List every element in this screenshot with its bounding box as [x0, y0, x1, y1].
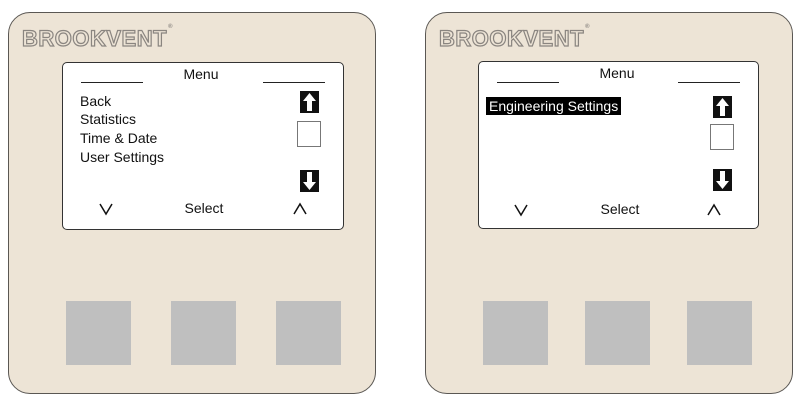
select-softkey: Select [600, 201, 640, 217]
menu-rule-left [81, 82, 143, 83]
select-button[interactable] [171, 301, 236, 365]
down-arrow-icon [300, 170, 319, 192]
left-device-panel: BROOKVENT ® Menu Back Statistics Time & D… [8, 12, 376, 394]
menu-item-back[interactable]: Back [80, 92, 111, 110]
menu-rule-right [678, 82, 740, 83]
menu-title: Menu [599, 65, 635, 81]
menu-item-user-settings[interactable]: User Settings [80, 148, 164, 166]
menu-rule-left [497, 82, 559, 83]
right-device-panel: BROOKVENT ® Menu Engineering Settings Sel… [425, 12, 793, 394]
up-button[interactable] [687, 301, 752, 365]
down-button[interactable] [483, 301, 548, 365]
up-arrow-icon [713, 96, 732, 118]
down-button[interactable] [66, 301, 131, 365]
brand-logo: BROOKVENT ® [21, 24, 174, 52]
scroll-position-box [710, 124, 734, 150]
menu-item-statistics[interactable]: Statistics [80, 110, 136, 128]
chevron-up-icon [293, 202, 307, 215]
up-arrow-icon [300, 91, 319, 113]
select-button[interactable] [585, 301, 650, 365]
select-softkey: Select [184, 200, 224, 216]
chevron-up-icon [707, 203, 721, 216]
scroll-position-box [297, 121, 321, 147]
down-arrow-icon [713, 169, 732, 191]
chevron-down-icon [99, 203, 113, 216]
chevron-down-icon [514, 204, 528, 217]
menu-item-time-date[interactable]: Time & Date [80, 129, 157, 147]
lcd-screen: Menu Engineering Settings Select [478, 61, 759, 229]
menu-rule-right [263, 82, 325, 83]
lcd-screen: Menu Back Statistics Time & Date User Se… [62, 62, 344, 230]
menu-item-engineering-settings[interactable]: Engineering Settings [486, 97, 622, 115]
menu-title: Menu [183, 66, 219, 82]
up-button[interactable] [276, 301, 341, 365]
brand-logo: BROOKVENT ® [438, 24, 591, 52]
